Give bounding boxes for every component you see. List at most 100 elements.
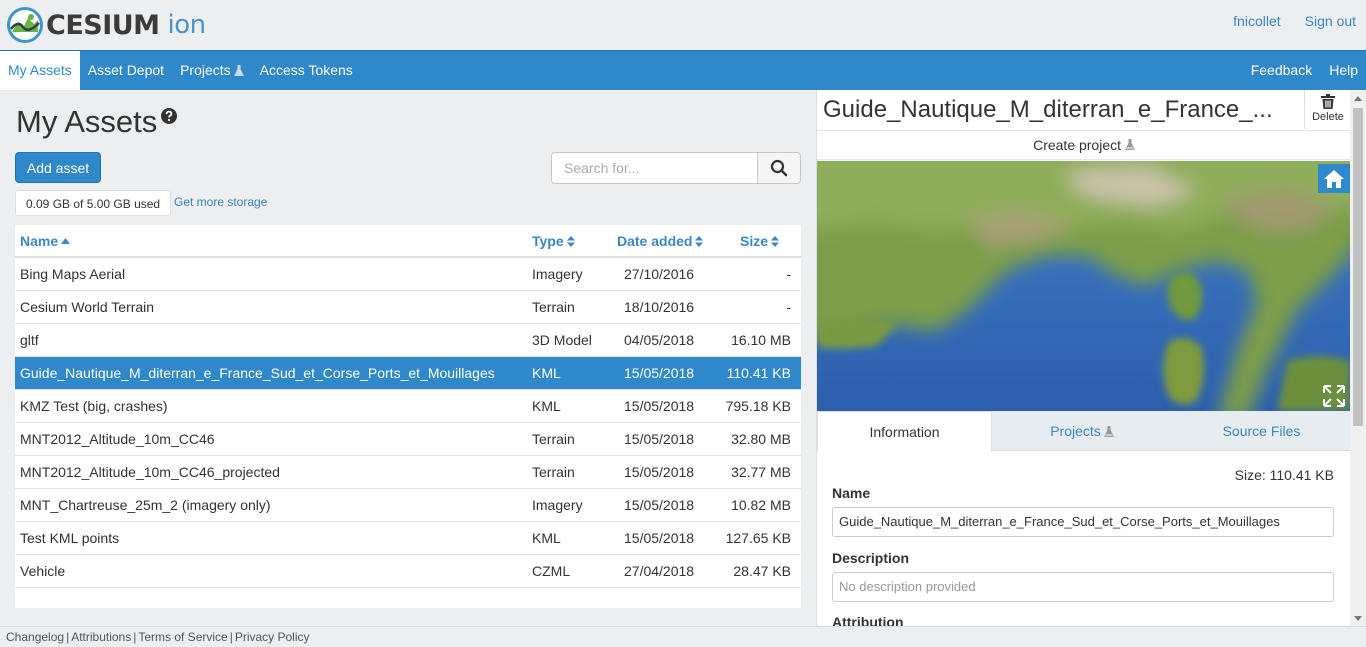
- table-row[interactable]: Bing Maps Aerial Imagery 27/10/2016 -: [15, 258, 801, 291]
- delete-label: Delete: [1312, 111, 1344, 123]
- cell-size: 127.65 KB: [725, 530, 791, 546]
- search-icon: [770, 159, 788, 177]
- table-row[interactable]: Guide_Nautique_M_diterran_e_France_Sud_e…: [15, 357, 801, 390]
- storage-usage: 0.09 GB of 5.00 GB used: [15, 190, 172, 216]
- asset-search: [551, 152, 801, 184]
- tab-source-files-label: Source Files: [1222, 423, 1301, 439]
- cell-size: 28.47 KB: [733, 563, 791, 579]
- map-preview-image: [817, 161, 1350, 411]
- cell-date: 15/05/2018: [624, 398, 695, 414]
- tab-information[interactable]: Information: [817, 411, 992, 452]
- get-more-storage-link[interactable]: Get more storage: [174, 195, 267, 209]
- detail-scrollbar[interactable]: [1350, 90, 1366, 626]
- search-input[interactable]: [551, 152, 758, 184]
- column-name[interactable]: Name: [20, 233, 71, 249]
- nav-item-my-assets[interactable]: My Assets: [0, 51, 80, 90]
- flask-icon: [233, 65, 244, 76]
- tab-source-files[interactable]: Source Files: [1172, 411, 1350, 451]
- table-row[interactable]: MNT_Chartreuse_25m_2 (imagery only) Image…: [15, 489, 801, 522]
- brand-name: CESIUM: [46, 9, 160, 41]
- cell-name: MNT_Chartreuse_25m_2 (imagery only): [20, 497, 271, 513]
- flask-icon: [1103, 425, 1114, 437]
- cell-name: KMZ Test (big, crashes): [20, 398, 168, 414]
- flask-icon: [1124, 139, 1135, 150]
- nav-item-asset-depot[interactable]: Asset Depot: [80, 51, 172, 90]
- table-row[interactable]: gltf 3D Model 04/05/2018 16.10 MB: [15, 324, 801, 357]
- create-project-label: Create project: [1033, 137, 1122, 153]
- column-type-label: Type: [532, 233, 564, 249]
- column-date-label: Date added: [617, 233, 693, 249]
- create-project-button[interactable]: Create project: [817, 130, 1350, 160]
- tab-projects-label: Projects: [1050, 423, 1101, 439]
- table-row[interactable]: KMZ Test (big, crashes) KML 15/05/2018 795.…: [15, 390, 801, 423]
- cell-date: 15/05/2018: [624, 497, 695, 513]
- cell-name: MNT2012_Altitude_10m_CC46: [20, 431, 215, 447]
- tab-projects[interactable]: Projects: [992, 411, 1172, 451]
- asset-detail-panel: Guide_Nautique_M_diterran_e_France_... D…: [816, 90, 1350, 626]
- table-row[interactable]: MNT2012_Altitude_10m_CC46_projected Terra…: [15, 456, 801, 489]
- cell-name: MNT2012_Altitude_10m_CC46_projected: [20, 464, 280, 480]
- description-label: Description: [832, 550, 910, 566]
- table-row[interactable]: MNT2012_Altitude_10m_CC46 Terrain 15/05/20…: [15, 423, 801, 456]
- footer-separator: |: [133, 630, 137, 644]
- nav-item-feedback[interactable]: Feedback: [1251, 51, 1312, 90]
- table-row[interactable]: Test KML points KML 15/05/2018 127.65 KB: [15, 522, 801, 555]
- nav-item-help[interactable]: Help: [1329, 51, 1358, 90]
- sort-icon: [695, 235, 704, 247]
- cell-size: -: [786, 299, 791, 315]
- sort-asc-icon: [61, 238, 71, 244]
- signout-link[interactable]: Sign out: [1305, 13, 1356, 29]
- cell-date: 15/05/2018: [624, 530, 695, 546]
- cell-type: 3D Model: [532, 332, 592, 348]
- top-bar: CESIUM ion fnicollet Sign out: [0, 0, 1366, 50]
- table-row[interactable]: Cesium World Terrain Terrain 18/10/2016 -: [15, 291, 801, 324]
- column-type[interactable]: Type: [532, 233, 575, 249]
- cell-type: Imagery: [532, 266, 583, 282]
- cell-type: CZML: [532, 563, 571, 579]
- cell-date: 04/05/2018: [624, 332, 695, 348]
- asset-title: Guide_Nautique_M_diterran_e_France_...: [823, 96, 1273, 123]
- assets-panel: My Assets Add asset 0.09 GB of 5.00 GB u…: [0, 90, 816, 626]
- trash-icon: [1321, 94, 1335, 109]
- chevron-down-icon: [1354, 615, 1362, 621]
- nav-item-access-tokens[interactable]: Access Tokens: [252, 51, 361, 90]
- add-asset-button[interactable]: Add asset: [15, 152, 101, 183]
- home-icon: [1324, 169, 1344, 188]
- cell-name: gltf: [20, 332, 39, 348]
- cell-type: Terrain: [532, 431, 575, 447]
- username-link[interactable]: fnicollet: [1233, 13, 1280, 29]
- 3d-globe-viewer[interactable]: [817, 161, 1350, 411]
- cell-name: Bing Maps Aerial: [20, 266, 126, 282]
- attribution-label: Attribution: [832, 614, 904, 626]
- scroll-thumb[interactable]: [1353, 108, 1363, 426]
- fullscreen-icon[interactable]: [1322, 384, 1346, 408]
- detail-tabs: Information Projects Source Files: [817, 411, 1350, 452]
- name-label: Name: [832, 485, 871, 501]
- home-view-button[interactable]: [1318, 164, 1350, 193]
- cell-date: 18/10/2016: [624, 299, 695, 315]
- cell-size: 32.77 MB: [731, 464, 791, 480]
- cesium-ion-logo[interactable]: CESIUM ion: [6, 6, 206, 44]
- cell-date: 15/05/2018: [624, 365, 695, 381]
- footer-link-terms-of-service[interactable]: Terms of Service: [138, 630, 227, 644]
- footer-link-changelog[interactable]: Changelog: [6, 630, 64, 644]
- column-date[interactable]: Date added: [617, 233, 704, 249]
- scroll-down-arrow[interactable]: [1350, 610, 1366, 626]
- nav-item-label: Projects: [180, 62, 231, 78]
- description-field[interactable]: No description provided: [832, 572, 1334, 602]
- search-button[interactable]: [758, 152, 801, 184]
- column-size[interactable]: Size: [740, 233, 780, 249]
- nav-item-label: Access Tokens: [259, 62, 353, 78]
- cell-date: 27/04/2018: [624, 563, 695, 579]
- table-row[interactable]: Vehicle CZML 27/04/2018 28.47 KB: [15, 555, 801, 588]
- scroll-up-arrow[interactable]: [1350, 90, 1366, 106]
- help-icon[interactable]: [161, 108, 178, 124]
- footer-link-privacy-policy[interactable]: Privacy Policy: [235, 630, 310, 644]
- nav-item-projects[interactable]: Projects: [172, 51, 252, 90]
- delete-button[interactable]: Delete: [1304, 90, 1350, 129]
- table-header: Name Type Date added Size: [15, 225, 801, 258]
- sort-icon: [771, 235, 780, 247]
- name-field[interactable]: Guide_Nautique_M_diterran_e_France_Sud_e…: [832, 507, 1334, 537]
- sort-icon: [566, 235, 575, 247]
- footer-link-attributions[interactable]: Attributions: [71, 630, 131, 644]
